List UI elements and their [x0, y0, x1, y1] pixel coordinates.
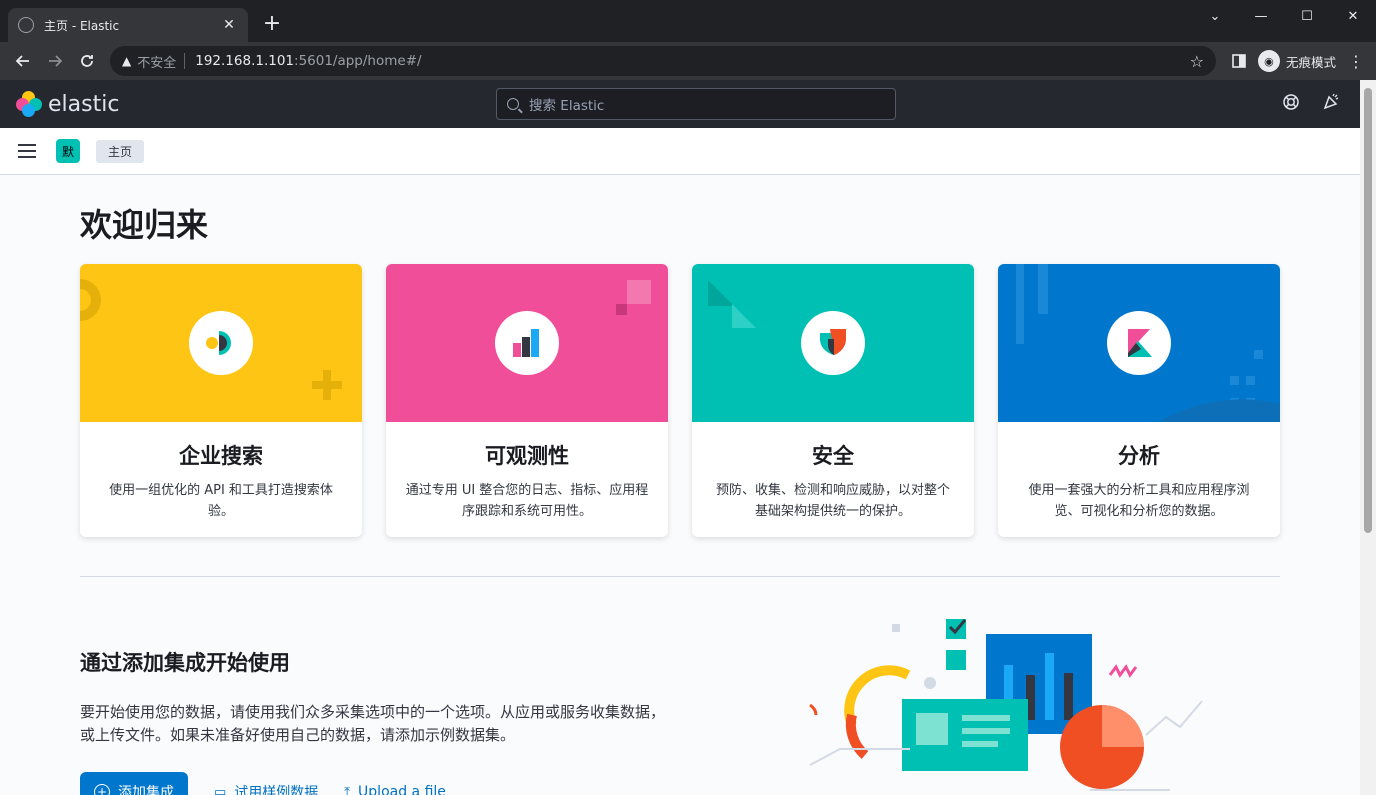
incognito-icon: ◉: [1257, 50, 1280, 72]
kibana-favicon-icon: [18, 17, 34, 33]
card-banner: [80, 264, 362, 422]
maximize-button[interactable]: ☐: [1284, 0, 1330, 32]
card-title: 安全: [812, 444, 854, 468]
document-icon: ▭: [214, 784, 227, 795]
omnibox-separator: [184, 53, 186, 69]
bookmark-star-icon[interactable]: ☆: [1190, 52, 1204, 71]
tab-search-icon[interactable]: ⌄: [1192, 0, 1238, 32]
close-window-button[interactable]: ✕: [1330, 0, 1376, 32]
page-scrollbar[interactable]: [1360, 80, 1376, 795]
integrations-title: 通过添加集成开始使用: [80, 651, 290, 675]
section-divider: [80, 576, 1280, 577]
browser-tab[interactable]: 主页 - Elastic ✕: [8, 8, 248, 42]
card-security[interactable]: 安全 预防、收集、检测和响应威胁，以对整个基础架构提供统一的保护。: [692, 264, 974, 537]
card-analytics[interactable]: 分析 使用一套强大的分析工具和应用程序浏览、可视化和分析您的数据。: [998, 264, 1280, 537]
security-icon: [801, 311, 865, 375]
menu-toggle-icon[interactable]: [18, 144, 36, 158]
close-tab-icon[interactable]: ✕: [220, 17, 238, 33]
elastic-logo[interactable]: elastic: [16, 91, 119, 117]
newsfeed-icon[interactable]: [1322, 93, 1340, 115]
arrow-right-icon: [49, 55, 63, 67]
scrollbar-thumb[interactable]: [1364, 88, 1372, 533]
incognito-indicator[interactable]: ◉ 无痕模式: [1254, 50, 1344, 72]
enterprise-search-icon: [189, 311, 253, 375]
upload-file-label: Upload a file: [358, 784, 446, 795]
card-enterprise-search[interactable]: 企业搜索 使用一组优化的 API 和工具打造搜索体验。: [80, 264, 362, 537]
space-selector[interactable]: 默: [56, 139, 80, 163]
browser-tabstrip: 主页 - Elastic ✕ + ⌄ — ☐ ✕: [0, 0, 1376, 42]
add-integrations-label: 添加集成: [118, 785, 174, 795]
card-title: 可观测性: [485, 444, 569, 468]
tab-title: 主页 - Elastic: [44, 18, 120, 33]
upload-file-link[interactable]: ⤒ Upload a file: [344, 784, 446, 795]
minimize-button[interactable]: —: [1238, 0, 1284, 32]
card-title: 分析: [1118, 444, 1160, 468]
analytics-icon: [1107, 311, 1171, 375]
url-host: 192.168.1.101: [195, 53, 295, 69]
security-label[interactable]: 不安全: [137, 52, 176, 71]
kibana-subheader: 默 主页: [0, 128, 1360, 175]
breadcrumb-home[interactable]: 主页: [96, 139, 145, 163]
arrow-left-icon: [15, 55, 29, 67]
solution-cards: 企业搜索 使用一组优化的 API 和工具打造搜索体验。 可观测性 通过专用 UI…: [80, 264, 1280, 537]
window-controls: ⌄ — ☐ ✕: [1192, 0, 1376, 32]
card-observability[interactable]: 可观测性 通过专用 UI 整合您的日志、指标、应用程序跟踪和系统可用性。: [386, 264, 668, 537]
global-search-input[interactable]: 搜索 Elastic: [496, 88, 896, 120]
url-path: :5601/app/home#/: [294, 53, 422, 69]
try-sample-data-link[interactable]: ▭ 试用样例数据: [214, 782, 318, 795]
card-title: 企业搜索: [179, 444, 263, 468]
card-description: 通过专用 UI 整合您的日志、指标、应用程序跟踪和系统可用性。: [405, 483, 649, 519]
search-icon: [507, 98, 519, 110]
reload-icon: [81, 55, 93, 67]
integrations-actions: + 添加集成 ▭ 试用样例数据 ⤒ Upload a file: [80, 772, 446, 795]
reload-button[interactable]: [72, 46, 102, 76]
address-bar[interactable]: ▲ 不安全 192.168.1.101 :5601/app/home#/ ☆: [110, 46, 1216, 76]
warning-icon[interactable]: ▲: [122, 54, 131, 68]
card-banner: [386, 264, 668, 422]
search-placeholder: 搜索 Elastic: [529, 98, 605, 114]
side-panel-icon[interactable]: [1224, 54, 1254, 68]
back-button[interactable]: [8, 46, 38, 76]
card-banner: [998, 264, 1280, 422]
home-page-content: 欢迎归来 企业搜索 使用一组优化的 API 和工具打造搜索体验。 可观测性 通过…: [0, 175, 1360, 795]
new-tab-button[interactable]: +: [260, 12, 284, 36]
add-integrations-button[interactable]: + 添加集成: [80, 772, 188, 795]
integrations-description: 要开始使用您的数据，请使用我们众多采集选项中的一个选项。从应用或服务收集数据，或…: [80, 703, 666, 744]
card-description: 使用一套强大的分析工具和应用程序浏览、可视化和分析您的数据。: [1028, 483, 1250, 519]
browser-menu-icon[interactable]: ⋮: [1344, 52, 1368, 71]
elastic-logo-icon: [16, 91, 42, 117]
upload-icon: ⤒: [344, 784, 351, 795]
sample-data-label: 试用样例数据: [234, 785, 319, 795]
incognito-label: 无痕模式: [1285, 54, 1336, 70]
forward-button[interactable]: [40, 46, 70, 76]
browser-toolbar: ▲ 不安全 192.168.1.101 :5601/app/home#/ ☆ ◉…: [0, 42, 1376, 80]
page-title: 欢迎归来: [80, 206, 209, 244]
observability-icon: [495, 311, 559, 375]
card-banner: [692, 264, 974, 422]
logo-text: elastic: [48, 91, 120, 117]
card-description: 使用一组优化的 API 和工具打造搜索体验。: [109, 483, 333, 519]
help-icon[interactable]: [1282, 93, 1300, 115]
card-description: 预防、收集、检测和响应威胁，以对整个基础架构提供统一的保护。: [715, 483, 950, 519]
kibana-header: elastic 搜索 Elastic: [0, 80, 1360, 128]
plus-circle-icon: +: [94, 784, 110, 795]
integrations-illustration: [809, 619, 1203, 791]
